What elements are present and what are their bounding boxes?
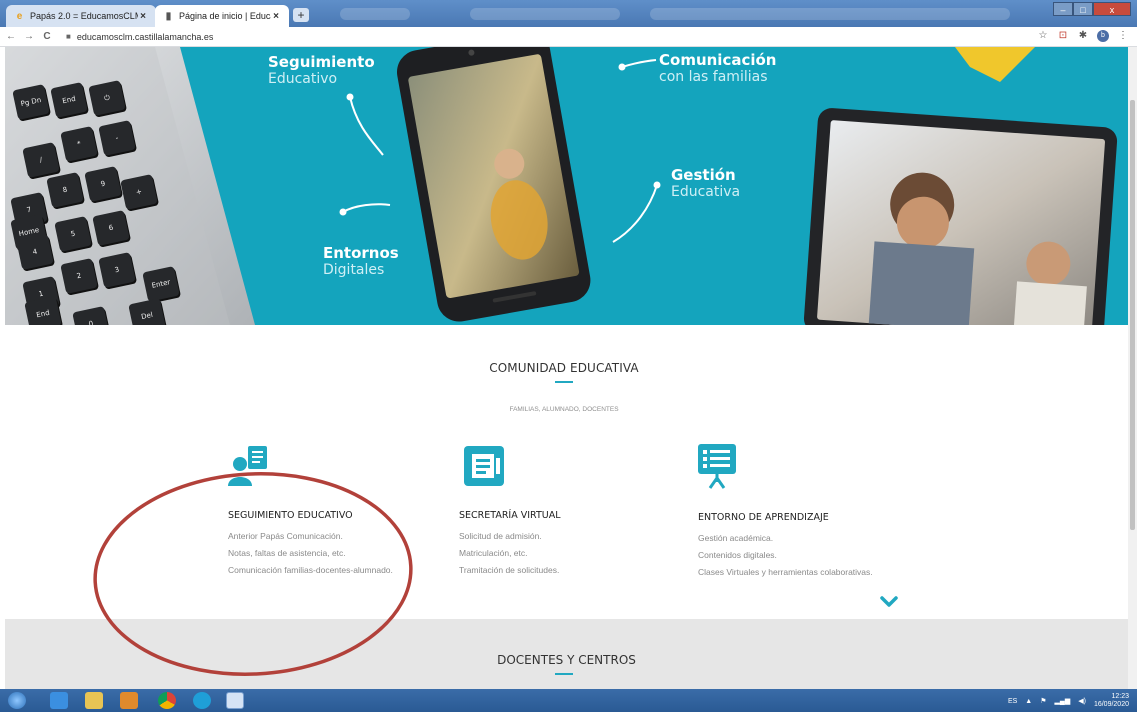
edge-icon[interactable]: [193, 692, 211, 709]
card-line: Matriculación, etc.: [459, 548, 528, 558]
annotation-ellipse: [93, 472, 413, 676]
url-field[interactable]: educamosclm.castillalamancha.es: [77, 32, 214, 42]
back-button[interactable]: ←: [4, 31, 18, 42]
card-line: Contenidos digitales.: [698, 550, 777, 560]
profile-avatar[interactable]: b: [1097, 30, 1109, 42]
forward-button[interactable]: →: [22, 31, 36, 42]
card-line: Solicitud de admisión.: [459, 531, 542, 541]
section-title-underline: [555, 381, 573, 383]
ie-favicon-icon: e: [16, 10, 23, 22]
close-window-button[interactable]: x: [1093, 2, 1131, 16]
clock-time: 12:23: [1111, 693, 1129, 700]
reload-button[interactable]: C: [40, 31, 54, 42]
hero-label-seguimiento: Seguimiento Educativo: [268, 53, 375, 88]
start-button-icon[interactable]: [8, 692, 26, 709]
section-title-underline: [555, 673, 573, 675]
volume-icon[interactable]: ◀): [1078, 697, 1086, 705]
bookmark-star-icon[interactable]: ☆: [1037, 30, 1049, 42]
language-indicator[interactable]: ES: [1008, 698, 1017, 705]
browser-tab-bar: e Papás 2.0 = EducamosCLM | Alu × ▮ Pági…: [0, 0, 1137, 27]
clock-date: 16/09/2020: [1093, 701, 1129, 708]
file-explorer-icon[interactable]: [85, 692, 103, 709]
card-title[interactable]: SECRETARÍA VIRTUAL: [459, 510, 561, 521]
page-favicon-icon: ▮: [165, 10, 172, 22]
lock-icon: ■: [66, 32, 71, 41]
keyboard-key: End: [24, 296, 62, 325]
smartphone-image: [396, 47, 591, 322]
card-line: Tramitación de solicitudes.: [459, 565, 560, 575]
browser-tab-papas[interactable]: e Papás 2.0 = EducamosCLM | Alu ×: [6, 5, 156, 27]
section-subtitle: FAMILIAS, ALUMNADO, DOCENTES: [509, 406, 619, 413]
card-title[interactable]: ENTORNO DE APRENDIZAJE: [698, 512, 829, 523]
hero-label-gestion: Gestión Educativa: [671, 166, 741, 201]
windows-taskbar: ES ▲ ⚑ ▂▄▆ ◀) 12:23 16/09/2020: [0, 689, 1137, 712]
tab-title: Papás 2.0 = EducamosCLM | Alu: [30, 11, 138, 21]
tablet-image: [803, 108, 1118, 325]
tab-title: Página de inicio | EducamosCLM: [179, 11, 271, 21]
window-controls: – □ x: [1053, 2, 1131, 16]
chevron-down-icon[interactable]: [880, 596, 898, 608]
tab-close-icon[interactable]: ×: [138, 11, 148, 22]
minimize-button[interactable]: –: [1053, 2, 1073, 16]
hero-banner: Pg Dn End ⏻ * / -9 8 7 Home 6 5 4 +3 2 1 End Enter Del 0 S…: [5, 47, 1128, 325]
extension-icon[interactable]: ⊡: [1057, 30, 1069, 42]
toolbar-right: ☆ ⊡ ✱ b ⋮: [1037, 30, 1129, 42]
yellow-shape: [955, 47, 1035, 82]
system-tray: ES ▲ ⚑ ▂▄▆ ◀) 12:23 16/09/2020: [1008, 693, 1129, 709]
web-page: Pg Dn End ⏻ * / -9 8 7 Home 6 5 4 +3 2 1 End Enter Del 0 S…: [0, 47, 1128, 689]
tray-arrow-icon[interactable]: ▲: [1025, 698, 1032, 705]
action-center-flag-icon[interactable]: ⚑: [1040, 697, 1046, 705]
presentation-board-icon: [698, 444, 736, 489]
internet-explorer-icon[interactable]: [50, 692, 68, 709]
taskbar-app-icon[interactable]: [226, 692, 244, 709]
media-player-icon[interactable]: [120, 692, 138, 709]
blurred-tab-area: [650, 8, 1010, 20]
card-line: Gestión académica.: [698, 533, 774, 543]
card-line: Clases Virtuales y herramientas colabora…: [698, 567, 873, 577]
new-tab-button[interactable]: +: [293, 8, 309, 22]
browser-tab-inicio[interactable]: ▮ Página de inicio | EducamosCLM ×: [155, 5, 289, 27]
hero-label-entornos: Entornos Digitales: [323, 244, 399, 279]
maximize-button[interactable]: □: [1073, 2, 1093, 16]
tab-close-icon[interactable]: ×: [271, 11, 281, 22]
network-icon[interactable]: ▂▄▆: [1055, 697, 1071, 705]
chrome-icon[interactable]: [158, 692, 176, 709]
extensions-puzzle-icon[interactable]: ✱: [1077, 30, 1089, 42]
blurred-tab-area: [470, 8, 620, 20]
blurred-tab-area: [340, 8, 410, 20]
clock[interactable]: 12:23 16/09/2020: [1094, 693, 1129, 709]
address-bar: ← → C ■ educamosclm.castillalamancha.es …: [0, 27, 1137, 47]
hero-label-comunicacion: Comunicación con las familias: [659, 51, 777, 86]
secretary-folder-icon: [464, 446, 504, 486]
scrollbar-thumb[interactable]: [1130, 100, 1135, 530]
section-title-comunidad: COMUNIDAD EDUCATIVA: [489, 361, 639, 375]
browser-menu-icon[interactable]: ⋮: [1117, 30, 1129, 42]
